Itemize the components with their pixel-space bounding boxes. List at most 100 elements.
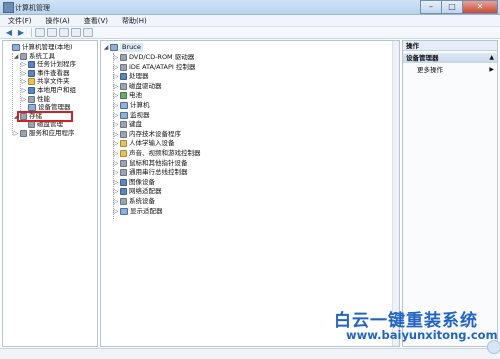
- device-category-row[interactable]: ▷ 人体学输入设备: [113, 139, 175, 148]
- maximize-button[interactable]: □: [441, 0, 463, 14]
- device-category-label: 鼠标和其他指针设备: [129, 158, 188, 167]
- expand-icon[interactable]: ▷: [113, 72, 119, 81]
- tools-icon: [20, 52, 27, 60]
- device-category-label: 监视器: [130, 110, 150, 119]
- actions-pane: 操作 设备管理器 ▲ 更多操作 ▶: [402, 40, 498, 347]
- expand-icon[interactable]: ▷: [113, 207, 119, 216]
- device-root-row[interactable]: ◢ Bruce: [103, 43, 143, 52]
- device-category-icon: [120, 82, 127, 90]
- show-hide-tree-icon[interactable]: [47, 28, 57, 37]
- expand-icon[interactable]: ▷: [113, 159, 119, 168]
- expand-icon[interactable]: ◢: [13, 52, 19, 61]
- device-category-label: 键盘: [129, 120, 142, 129]
- properties-icon[interactable]: [59, 28, 69, 37]
- computer-icon: [110, 44, 118, 51]
- vertical-scrollbar[interactable]: [392, 41, 399, 346]
- disk-icon: [28, 121, 35, 129]
- device-category-row[interactable]: ▷ 键盘: [113, 120, 142, 129]
- device-category-row[interactable]: ▷ 处理器: [113, 72, 149, 81]
- device-category-row[interactable]: ▷ IDE ATA/ATAPI 控制器: [113, 63, 195, 72]
- device-category-row[interactable]: ▷ 电池: [113, 91, 142, 100]
- device-category-row[interactable]: ▷ 监视器: [113, 111, 150, 120]
- expand-icon[interactable]: ▷: [113, 53, 119, 62]
- device-category-label: 人体学输入设备: [129, 139, 175, 148]
- expand-icon[interactable]: ▷: [113, 111, 119, 120]
- device-category-icon: [120, 178, 127, 186]
- device-category-icon: [120, 159, 127, 167]
- device-list-pane: ◢ Bruce ▷ DVD/CD-ROM 驱动器 ▷ IDE ATA/ATAPI 控制…: [100, 40, 400, 347]
- device-category-icon: [120, 92, 127, 100]
- device-category-label: 通用串行总线控制器: [129, 168, 188, 177]
- navigation-tree-pane: 计算机管理(本地) ◢ 系统工具 ▷ 任务计划程序 ▷ 事件查看器 ▷ 共享文件夹 ▷ 本地用户和组…: [2, 40, 98, 347]
- close-button[interactable]: ✕: [462, 0, 498, 14]
- back-icon[interactable]: ◀: [4, 28, 14, 37]
- device-category-label: DVD/CD-ROM 驱动器: [129, 53, 195, 61]
- tree-item[interactable]: ▷ 服务和应用程序: [13, 129, 75, 138]
- device-category-row[interactable]: ▷ 显示适配器: [113, 207, 163, 216]
- menu-view[interactable]: 查看(V): [76, 15, 114, 26]
- tree-item-label: 服务和应用程序: [29, 129, 75, 137]
- expand-icon[interactable]: ▷: [113, 91, 119, 100]
- device-category-icon: [120, 130, 127, 138]
- shared-folder-icon: [28, 78, 35, 86]
- expand-icon[interactable]: ▷: [113, 178, 119, 187]
- expand-icon[interactable]: ▷: [113, 82, 119, 91]
- expand-icon[interactable]: ▷: [113, 149, 119, 158]
- expand-icon[interactable]: ▷: [113, 63, 119, 72]
- forward-icon[interactable]: ▶: [16, 28, 26, 37]
- device-category-icon: [120, 207, 128, 215]
- console-icon[interactable]: [83, 28, 93, 37]
- window-title: 计算机管理: [15, 4, 50, 12]
- device-category-label: 磁盘驱动器: [129, 81, 162, 90]
- watermark-url: www.baiyunxitong.com: [346, 328, 498, 342]
- device-category-label: 显示适配器: [130, 206, 163, 215]
- users-icon: [28, 87, 35, 94]
- device-category-row[interactable]: ▷ 内存技术设备程序: [113, 130, 181, 139]
- device-category-icon: [120, 54, 127, 61]
- toolbar: ◀ ▶: [0, 27, 500, 39]
- expand-icon[interactable]: ▷: [113, 197, 119, 206]
- device-category-row[interactable]: ▷ 磁盘驱动器: [113, 82, 162, 91]
- expand-icon[interactable]: ▷: [113, 101, 119, 110]
- device-category-icon: [120, 140, 127, 148]
- device-category-icon: [120, 111, 128, 119]
- actions-header: 操作: [403, 41, 497, 51]
- watermark-logo-icon: [487, 340, 500, 354]
- expand-icon[interactable]: ▷: [113, 139, 119, 148]
- more-actions-item[interactable]: 更多操作 ▶: [403, 65, 497, 75]
- expand-icon[interactable]: ▷: [113, 120, 119, 129]
- menu-action[interactable]: 操作(A): [38, 15, 76, 26]
- help-icon[interactable]: [71, 28, 81, 37]
- expand-icon[interactable]: ▷: [113, 130, 119, 139]
- menu-help[interactable]: 帮助(H): [114, 15, 153, 26]
- more-actions-label: 更多操作: [417, 66, 443, 74]
- device-category-label: 系统设备: [129, 197, 155, 205]
- device-category-row[interactable]: ▷ 图像设备: [113, 178, 155, 187]
- actions-section-device-manager[interactable]: 设备管理器 ▲: [403, 53, 497, 63]
- expand-icon[interactable]: ▷: [13, 129, 19, 138]
- menu-file[interactable]: 文件(F): [0, 15, 38, 26]
- menu-bar: 文件(F) 操作(A) 查看(V) 帮助(H): [0, 15, 500, 27]
- device-category-label: 电池: [129, 91, 142, 100]
- collapse-caret-icon[interactable]: ▲: [489, 53, 494, 63]
- collapse-icon[interactable]: ◢: [103, 43, 109, 52]
- up-folder-icon[interactable]: [35, 28, 45, 37]
- minimize-button[interactable]: –: [420, 0, 442, 14]
- selection-highlight-box: [17, 111, 73, 122]
- device-category-row[interactable]: ▷ 系统设备: [113, 197, 155, 206]
- app-icon: [3, 2, 14, 13]
- device-category-row[interactable]: ▷ 计算机: [113, 101, 150, 110]
- window-controls: – □ ✕: [420, 0, 498, 14]
- device-root-label: Bruce: [120, 43, 143, 52]
- device-category-row[interactable]: ▷ 网络适配器: [113, 187, 162, 196]
- device-category-row[interactable]: ▷ DVD/CD-ROM 驱动器: [113, 53, 194, 62]
- device-category-row[interactable]: ▷ 通用串行总线控制器: [113, 168, 188, 177]
- device-category-row[interactable]: ▷ 鼠标和其他指针设备: [113, 159, 188, 168]
- device-category-label: 处理器: [129, 72, 149, 81]
- device-category-icon: [120, 63, 127, 71]
- device-category-icon: [120, 198, 127, 205]
- event-viewer-icon: [28, 69, 35, 77]
- expand-icon[interactable]: ▷: [113, 168, 119, 177]
- device-category-row[interactable]: ▷ 声音、视频和游戏控制器: [113, 149, 201, 158]
- expand-icon[interactable]: ▷: [113, 187, 119, 196]
